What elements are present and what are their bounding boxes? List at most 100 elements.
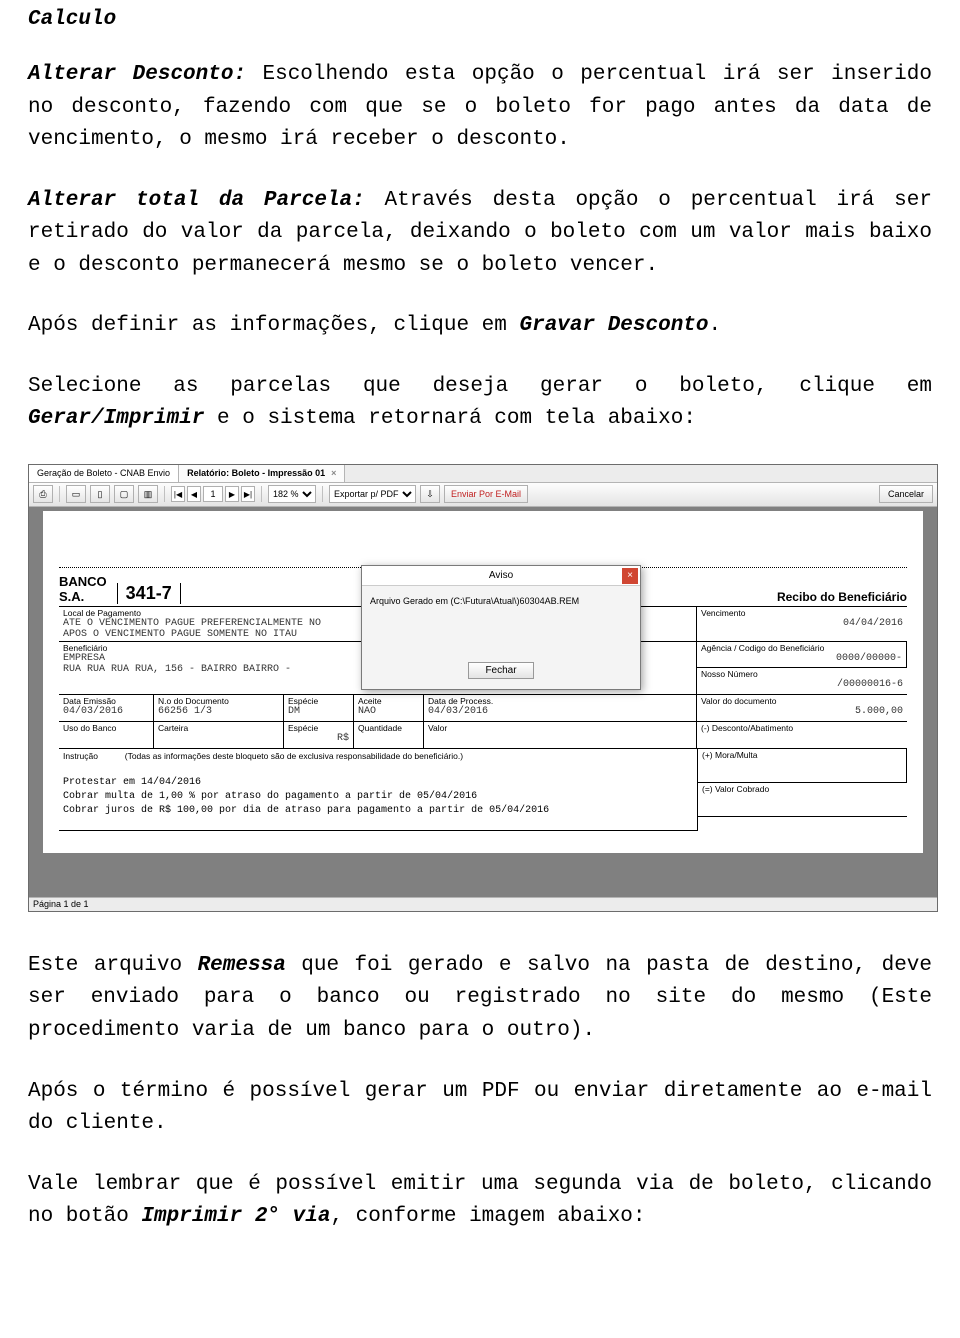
paper-page: BANCO S.A. 341-7 Recibo do Beneficiário … <box>43 511 923 853</box>
cell-quantidade: Quantidade <box>354 722 424 748</box>
prev-page-button[interactable]: ◀ <box>187 486 201 502</box>
paragraph-pdf-email: Após o término é possível gerar um PDF o… <box>28 1076 932 1141</box>
cell-desconto: (-) Desconto/Abatimento <box>697 722 907 748</box>
emissao-label: Data Emissão <box>63 696 149 706</box>
modal-titlebar: Aviso × <box>362 566 640 586</box>
first-icon: |◀ <box>174 490 182 499</box>
cell-instrucao: Instrução (Todas as informações deste bl… <box>59 749 697 831</box>
separator <box>322 486 323 502</box>
export-icon: ⇩ <box>426 489 434 500</box>
valor-label: Valor <box>428 723 692 733</box>
instrucao-line: Protestar em 14/04/2016 <box>63 776 693 790</box>
view-fit-button[interactable]: ▯ <box>90 485 110 503</box>
quantidade-label: Quantidade <box>358 723 419 733</box>
instrucao-line: Cobrar juros de R$ 100,00 por dia de atr… <box>63 804 693 818</box>
zoom-select[interactable]: 182 % <box>268 485 316 503</box>
page-navigation: |◀ ◀ ▶ ▶| <box>171 486 255 502</box>
modal-aviso: Aviso × Arquivo Gerado em (C:\Futura\Atu… <box>361 565 641 690</box>
paragraph-segunda-via: Vale lembrar que é possível emitir uma s… <box>28 1169 932 1234</box>
especie-label: Espécie <box>288 723 349 733</box>
modal-close-button[interactable]: × <box>622 568 638 584</box>
paragraph-alterar-desconto: Alterar Desconto: Escolhendo esta opção … <box>28 59 932 157</box>
ndoc-label: N.o do Documento <box>158 696 279 706</box>
carteira-label: Carteira <box>158 723 279 733</box>
section-heading: Calculo <box>28 8 932 31</box>
tab-bar: Geração de Boleto - CNAB Envio Relatório… <box>29 465 937 483</box>
data-proc-value: 04/03/2016 <box>428 706 692 717</box>
page-fit-icon: ▯ <box>98 489 103 500</box>
cell-uso-banco: Uso do Banco <box>59 722 154 748</box>
text: Selecione as parcelas que deseja gerar o… <box>28 375 932 398</box>
uso-banco-label: Uso do Banco <box>63 723 149 733</box>
instrucao-label: Instrução <box>63 751 98 761</box>
cancel-button[interactable]: Cancelar <box>879 485 933 503</box>
view-width-button[interactable]: ▢ <box>114 485 134 503</box>
last-page-button[interactable]: ▶| <box>241 486 255 502</box>
tab-label: Geração de Boleto - CNAB Envio <box>37 468 170 478</box>
valor-doc-label: Valor do documento <box>701 696 903 706</box>
emph-gravar-desconto: Gravar Desconto <box>519 314 708 337</box>
cell-vencimento: Vencimento 04/04/2016 <box>697 607 907 641</box>
export-select[interactable]: Exportar p/ PDF <box>329 485 416 503</box>
page-number-input[interactable] <box>203 486 223 502</box>
modal-title: Aviso <box>489 570 513 581</box>
print-button[interactable]: ⎙ <box>33 485 53 503</box>
modal-fechar-button[interactable]: Fechar <box>468 662 533 679</box>
view-multi-button[interactable]: ▥ <box>138 485 158 503</box>
page-width-icon: ▢ <box>120 489 129 500</box>
cell-especie-doc: Espécie DM <box>284 695 354 721</box>
especie-value: R$ <box>288 733 349 744</box>
text: Após definir as informações, clique em <box>28 314 519 337</box>
valor-doc-value: 5.000,00 <box>701 706 903 717</box>
close-icon[interactable]: × <box>331 468 336 478</box>
status-bar: Página 1 de 1 <box>29 897 937 911</box>
vencimento-label: Vencimento <box>701 608 903 618</box>
recibo-title: Recibo do Beneficiário <box>777 590 907 604</box>
desconto-label: (-) Desconto/Abatimento <box>701 723 903 733</box>
text: Após o término é possível gerar um PDF o… <box>28 1080 932 1136</box>
cell-carteira: Carteira <box>154 722 284 748</box>
text: Este arquivo <box>28 954 198 977</box>
data-proc-label: Data de Process. <box>428 696 692 706</box>
last-icon: ▶| <box>244 490 252 499</box>
especie-doc-value: DM <box>288 706 349 717</box>
emph-remessa: Remessa <box>198 954 286 977</box>
cell-mora: (+) Mora/Multa <box>698 749 907 783</box>
separator <box>164 486 165 502</box>
bank-name-line1: BANCO <box>59 574 107 589</box>
paragraph-gerar-imprimir: Selecione as parcelas que deseja gerar o… <box>28 371 932 436</box>
modal-body: Arquivo Gerado em (C:\Futura\Atual\)6030… <box>362 586 640 656</box>
status-page-info: Página 1 de 1 <box>33 899 89 909</box>
cell-data-proc: Data de Process. 04/03/2016 <box>424 695 697 721</box>
instrucao-sub: (Todas as informações deste bloqueto são… <box>125 751 463 761</box>
cell-valor: Valor <box>424 722 697 748</box>
especie-doc-label: Espécie <box>288 696 349 706</box>
next-page-button[interactable]: ▶ <box>225 486 239 502</box>
tab-relatorio-boleto[interactable]: Relatório: Boleto - Impressão 01 × <box>179 465 345 482</box>
separator <box>59 486 60 502</box>
cell-emissao: Data Emissão 04/03/2016 <box>59 695 154 721</box>
vencimento-value: 04/04/2016 <box>701 618 903 629</box>
preview-area: BANCO S.A. 341-7 Recibo do Beneficiário … <box>29 507 937 897</box>
screenshot-report-preview: Geração de Boleto - CNAB Envio Relatório… <box>28 464 938 912</box>
send-email-button[interactable]: Enviar Por E-Mail <box>444 485 528 503</box>
view-single-button[interactable]: ▭ <box>66 485 86 503</box>
next-icon: ▶ <box>229 490 235 499</box>
label-alterar-desconto: Alterar Desconto: <box>28 63 246 86</box>
emph-imprimir-2via: Imprimir 2° via <box>141 1205 330 1228</box>
pages-icon: ▥ <box>144 489 153 500</box>
mora-label: (+) Mora/Multa <box>702 750 902 760</box>
aceite-value: NAO <box>358 706 419 717</box>
text: . <box>709 314 722 337</box>
export-go-button[interactable]: ⇩ <box>420 485 440 503</box>
tab-label: Relatório: Boleto - Impressão 01 <box>187 468 325 478</box>
agencia-label: Agência / Codigo do Beneficiário <box>701 643 902 653</box>
modal-footer: Fechar <box>362 656 640 689</box>
valor-cobrado-label: (=) Valor Cobrado <box>702 784 903 794</box>
emissao-value: 04/03/2016 <box>63 706 149 717</box>
tab-geracao-boleto[interactable]: Geração de Boleto - CNAB Envio <box>29 465 179 482</box>
first-page-button[interactable]: |◀ <box>171 486 185 502</box>
paragraph-alterar-total: Alterar total da Parcela: Através desta … <box>28 185 932 283</box>
aceite-label: Aceite <box>358 696 419 706</box>
cell-ndoc: N.o do Documento 66256 1/3 <box>154 695 284 721</box>
